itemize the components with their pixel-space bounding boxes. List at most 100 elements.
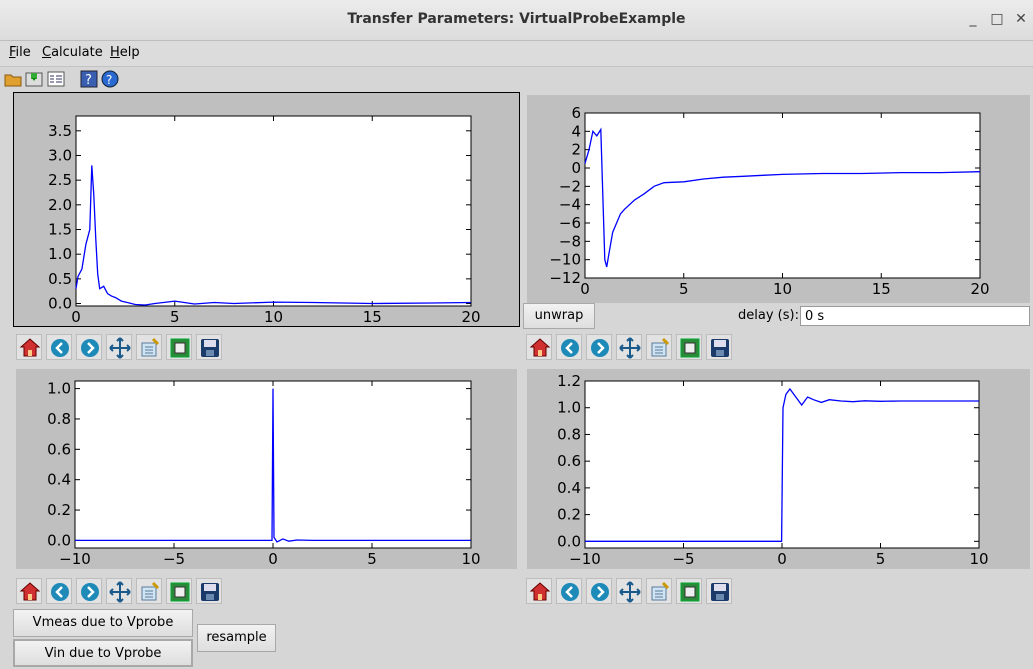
x-tick-label: 15	[872, 280, 891, 298]
help-icon[interactable]: ?	[101, 70, 119, 88]
plot-area	[584, 112, 981, 279]
y-tick-label: 1.0	[48, 245, 72, 263]
zoom-icon[interactable]	[166, 578, 192, 604]
y-tick-label: 0.4	[557, 479, 581, 497]
x-tick-label: 0	[71, 308, 81, 326]
y-tick-label: 6	[571, 104, 581, 122]
configure-subplots-icon[interactable]	[646, 578, 672, 604]
forward-icon[interactable]	[586, 578, 612, 604]
save-icon[interactable]	[25, 70, 43, 88]
back-icon[interactable]	[46, 578, 72, 604]
y-tick-label: 0.6	[557, 452, 581, 470]
minimize-button[interactable]: _	[962, 8, 984, 30]
x-tick-label: 5	[170, 308, 180, 326]
forward-icon[interactable]	[586, 334, 612, 360]
y-tick-label: 0.8	[47, 410, 71, 428]
y-tick-label: 1.0	[47, 380, 71, 398]
y-tick-label: 0.5	[48, 270, 72, 288]
delay-field[interactable]: 0 s	[800, 306, 1030, 326]
svg-text:?: ?	[85, 73, 92, 88]
title-bar: Transfer Parameters: VirtualProbeExample…	[0, 0, 1033, 41]
x-tick-label: 10	[969, 550, 988, 568]
back-icon[interactable]	[556, 334, 582, 360]
y-tick-label: 4	[571, 122, 581, 140]
x-tick-label: 0	[268, 550, 278, 568]
close-button[interactable]: ✕	[1010, 8, 1032, 30]
impulse-response-plot: 0.0 0.2 0.4 0.6 0.8 1.0 −10 −5 0 5 10	[47, 380, 480, 568]
y-tick-label: 0	[571, 159, 581, 177]
configure-subplots-icon[interactable]	[646, 334, 672, 360]
y-tick-label: 1.0	[557, 399, 581, 417]
menu-bar: File Calculate Help	[0, 41, 1033, 67]
x-tick-label: 0	[580, 280, 590, 298]
open-file-icon[interactable]	[4, 70, 22, 88]
x-tick-label: −10	[569, 550, 601, 568]
home-icon[interactable]	[526, 334, 552, 360]
y-tick-label: 0.2	[557, 506, 581, 524]
properties-icon[interactable]	[47, 70, 65, 88]
x-tick-label: 10	[264, 308, 283, 326]
y-tick-label: 0.0	[47, 531, 71, 549]
y-tick-label: 0.6	[47, 440, 71, 458]
step-response-plot: 0.0 0.2 0.4 0.6 0.8 1.0 1.2 −10 −5 0 5 10	[557, 372, 988, 568]
save-figure-icon[interactable]	[196, 334, 222, 360]
y-tick-label: 1.5	[48, 221, 72, 239]
pan-icon[interactable]	[106, 334, 132, 360]
resample-button[interactable]: resample	[197, 624, 276, 652]
y-tick-label: 0.0	[48, 295, 72, 313]
x-tick-label: 5	[367, 550, 377, 568]
pan-icon[interactable]	[616, 578, 642, 604]
y-tick-label: −2	[559, 177, 581, 195]
plot-top-left[interactable]: 0.0 0.5 1.0 1.5 2.0 2.5 3.0 3.5 0 5 10 15 20	[13, 92, 520, 327]
y-tick-label: −4	[559, 196, 581, 214]
forward-icon[interactable]	[76, 334, 102, 360]
x-tick-label: 20	[461, 308, 480, 326]
plot-bottom-right[interactable]: 0.0 0.2 0.4 0.6 0.8 1.0 1.2 −10 −5 0 5 10	[527, 369, 1030, 569]
unwrap-button[interactable]: unwrap	[523, 303, 595, 329]
x-tick-label: 20	[970, 280, 989, 298]
x-tick-label: −10	[59, 550, 91, 568]
plot-bottom-left[interactable]: 0.0 0.2 0.4 0.6 0.8 1.0 −10 −5 0 5 10	[16, 369, 517, 569]
y-tick-label: 0.4	[47, 471, 71, 489]
x-tick-label: 10	[773, 280, 792, 298]
plot-top-right[interactable]: 6 4 2 0 −2 −4 −6 −8 −10 −12 0 5 10 15 20	[527, 95, 1030, 303]
home-icon[interactable]	[526, 578, 552, 604]
y-tick-label: 3.0	[48, 146, 72, 164]
x-tick-label: 5	[679, 280, 689, 298]
y-tick-label: 2.5	[48, 171, 72, 189]
y-tick-label: −12	[549, 269, 581, 287]
home-icon[interactable]	[16, 578, 42, 604]
save-figure-icon[interactable]	[706, 334, 732, 360]
back-icon[interactable]	[46, 334, 72, 360]
save-figure-icon[interactable]	[196, 578, 222, 604]
pan-icon[interactable]	[616, 334, 642, 360]
y-tick-label: −6	[559, 214, 581, 232]
y-tick-label: 0.2	[47, 501, 71, 519]
zoom-icon[interactable]	[676, 334, 702, 360]
vin-due-to-vprobe-button[interactable]: Vin due to Vprobe	[13, 639, 193, 667]
menu-file[interactable]: File	[9, 45, 31, 60]
delay-label: delay (s):	[738, 308, 799, 323]
zoom-icon[interactable]	[676, 578, 702, 604]
menu-help[interactable]: Help	[110, 45, 140, 60]
svg-text:?: ?	[106, 73, 112, 87]
x-tick-label: 5	[876, 550, 886, 568]
vmeas-due-to-vprobe-button[interactable]: Vmeas due to Vprobe	[13, 609, 193, 637]
toolbar: ? ?	[0, 68, 1033, 92]
back-icon[interactable]	[556, 578, 582, 604]
configure-subplots-icon[interactable]	[136, 334, 162, 360]
home-icon[interactable]	[16, 334, 42, 360]
help-topic-icon[interactable]: ?	[80, 70, 98, 88]
y-tick-label: 0.8	[557, 425, 581, 443]
configure-subplots-icon[interactable]	[136, 578, 162, 604]
zoom-icon[interactable]	[166, 334, 192, 360]
maximize-button[interactable]: □	[986, 8, 1008, 30]
y-tick-label: 3.5	[48, 122, 72, 140]
pan-icon[interactable]	[106, 578, 132, 604]
window-title: Transfer Parameters: VirtualProbeExample	[347, 11, 686, 27]
menu-calculate[interactable]: Calculate	[42, 45, 103, 60]
save-figure-icon[interactable]	[706, 578, 732, 604]
forward-icon[interactable]	[76, 578, 102, 604]
x-tick-label: 15	[363, 308, 382, 326]
x-tick-label: 0	[777, 550, 787, 568]
